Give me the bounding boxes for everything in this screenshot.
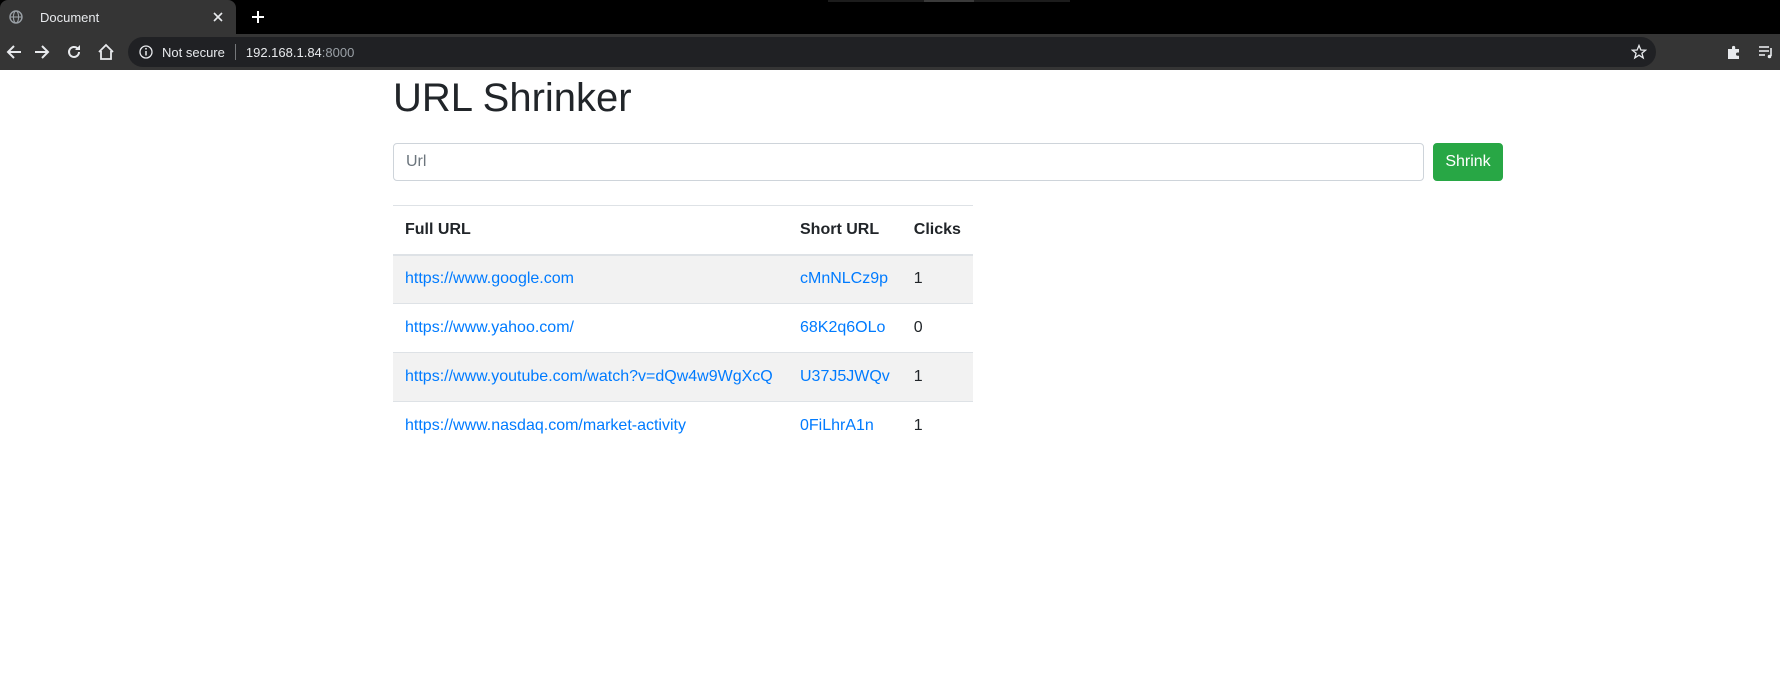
header-short-url: Short URL xyxy=(788,205,902,256)
address-divider xyxy=(234,44,236,60)
clicks-cell: 0 xyxy=(901,303,973,353)
reload-button[interactable] xyxy=(60,38,88,66)
url-input[interactable] xyxy=(393,143,1424,181)
table-row: https://www.nasdaq.com/market-activity 0… xyxy=(393,401,973,451)
home-button[interactable] xyxy=(92,38,120,66)
address-host: 192.168.1.84 xyxy=(245,44,322,60)
tab-title: Document xyxy=(40,9,100,25)
back-button[interactable] xyxy=(0,38,28,66)
address-port: :8000 xyxy=(321,44,355,60)
back-arrow-icon xyxy=(6,45,21,59)
table-header-row: Full URL Short URL Clicks xyxy=(393,205,973,256)
table-row: https://www.google.com cMnNLCz9p 1 xyxy=(393,254,973,304)
address-bar[interactable]: Not secure 192.168.1.84:8000 xyxy=(128,37,1656,67)
header-full-url: Full URL xyxy=(393,205,788,256)
short-url-cell: 68K2q6OLo xyxy=(788,303,902,353)
short-url-link[interactable]: 68K2q6OLo xyxy=(800,319,885,336)
shrink-button[interactable]: Shrink xyxy=(1433,143,1503,181)
reload-icon xyxy=(68,45,80,58)
security-label[interactable]: Not secure xyxy=(162,45,225,60)
forward-arrow-icon xyxy=(35,45,50,59)
full-url-cell: https://www.youtube.com/watch?v=dQw4w9Wg… xyxy=(393,352,788,402)
page-title: URL Shrinker xyxy=(393,76,632,120)
shrink-form: Shrink xyxy=(393,143,1503,181)
full-url-link[interactable]: https://www.yahoo.com/ xyxy=(405,319,574,336)
page-content: URL Shrinker Shrink Full URL Short URL C… xyxy=(0,70,1780,678)
extensions-button[interactable] xyxy=(1720,38,1748,66)
browser-tabstrip: Document xyxy=(0,0,1780,34)
plus-icon xyxy=(252,11,264,23)
bookmark-star-icon[interactable] xyxy=(1630,43,1648,61)
globe-icon xyxy=(8,9,24,25)
info-icon[interactable] xyxy=(138,44,154,60)
clicks-cell: 1 xyxy=(901,401,973,451)
browser-tab[interactable]: Document xyxy=(0,0,236,34)
full-url-cell: https://www.google.com xyxy=(393,254,788,304)
clicks-cell: 1 xyxy=(901,254,973,304)
full-url-link[interactable]: https://www.google.com xyxy=(405,270,574,287)
close-tab-icon[interactable] xyxy=(208,7,228,27)
header-clicks: Clicks xyxy=(901,205,973,256)
puzzle-icon xyxy=(1728,45,1739,59)
home-icon xyxy=(98,43,114,60)
links-table: Full URL Short URL Clicks https://www.go… xyxy=(393,205,973,451)
short-url-link[interactable]: cMnNLCz9p xyxy=(800,270,888,287)
clicks-cell: 1 xyxy=(901,352,973,402)
short-url-cell: U37J5JWQv xyxy=(788,352,902,402)
short-url-cell: 0FiLhrA1n xyxy=(788,401,902,451)
short-url-link[interactable]: U37J5JWQv xyxy=(800,368,890,385)
new-tab-button[interactable] xyxy=(246,5,270,29)
playlist-icon xyxy=(1759,46,1772,59)
forward-button[interactable] xyxy=(28,38,56,66)
short-url-cell: cMnNLCz9p xyxy=(788,254,902,304)
table-row: https://www.yahoo.com/ 68K2q6OLo 0 xyxy=(393,303,973,353)
window-drag-bar xyxy=(828,0,1070,2)
media-control-button[interactable] xyxy=(1752,38,1780,66)
table-row: https://www.youtube.com/watch?v=dQw4w9Wg… xyxy=(393,352,973,402)
browser-toolbar: Not secure 192.168.1.84:8000 xyxy=(0,34,1780,70)
full-url-cell: https://www.yahoo.com/ xyxy=(393,303,788,353)
full-url-link[interactable]: https://www.nasdaq.com/market-activity xyxy=(405,417,686,434)
short-url-link[interactable]: 0FiLhrA1n xyxy=(800,417,874,434)
full-url-link[interactable]: https://www.youtube.com/watch?v=dQw4w9Wg… xyxy=(405,368,773,385)
full-url-cell: https://www.nasdaq.com/market-activity xyxy=(393,401,788,451)
